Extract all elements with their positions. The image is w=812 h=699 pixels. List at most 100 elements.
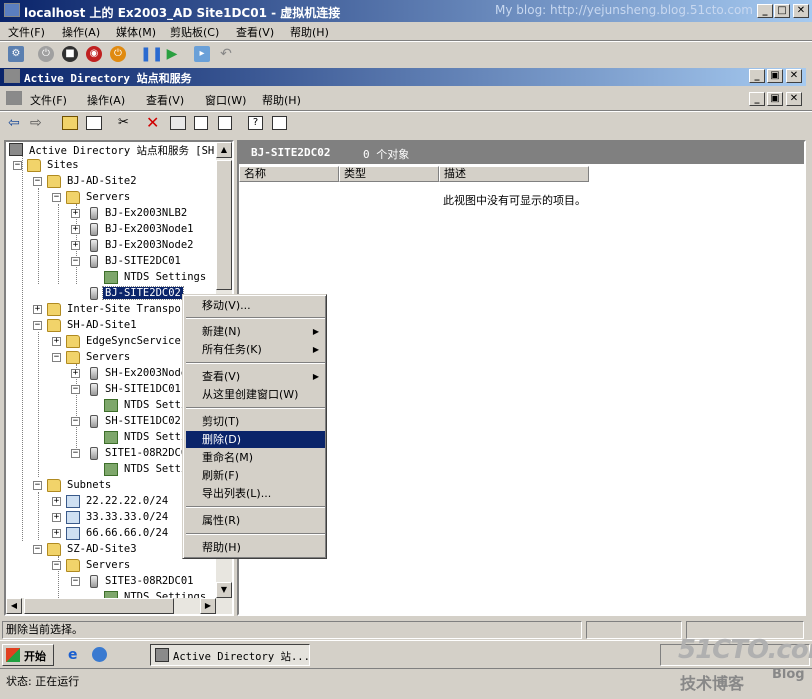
doc-restore-icon[interactable]: ▣ [767, 92, 783, 106]
back-icon[interactable]: ⇦ [8, 115, 20, 131]
shutdown-icon[interactable]: ◉ [86, 46, 102, 62]
expand-icon[interactable]: + [52, 497, 61, 506]
collapse-icon[interactable]: − [71, 417, 80, 426]
expand-icon[interactable]: + [71, 225, 80, 234]
task-label: Active Directory 站... [173, 651, 310, 663]
delete-icon[interactable]: ✕ [146, 113, 159, 132]
menu-item-refresh[interactable]: 刷新(F) [186, 467, 325, 484]
collapse-icon[interactable]: − [52, 353, 61, 362]
action-pane-icon[interactable] [272, 116, 287, 130]
menu-item-properties[interactable]: 属性(R) [186, 512, 325, 529]
menu-separator [186, 506, 325, 508]
up-folder-icon[interactable] [62, 116, 78, 130]
vm-menu-clipboard[interactable]: 剪贴板(C) [170, 24, 219, 40]
tree-line [22, 156, 23, 541]
mmc-menu-window[interactable]: 窗口(W) [205, 92, 246, 108]
reset-icon[interactable]: ▶ [164, 46, 180, 62]
ctrl-alt-del-icon[interactable]: ⚙ [8, 46, 24, 62]
properties-icon[interactable] [170, 116, 186, 130]
expand-icon[interactable]: + [71, 209, 80, 218]
turn-off-icon[interactable]: ■ [62, 46, 78, 62]
ie-icon[interactable]: e [68, 647, 78, 663]
pause-icon[interactable]: ❚❚ [140, 46, 163, 62]
collapse-icon[interactable]: − [71, 385, 80, 394]
menu-item-cut[interactable]: 剪切(T) [186, 413, 325, 430]
mmc-close-icon[interactable]: ✕ [786, 69, 802, 83]
vm-menu-file[interactable]: 文件(F) [8, 24, 45, 40]
expand-icon[interactable]: + [71, 241, 80, 250]
subnet-icon [66, 527, 80, 540]
scroll-left-icon[interactable]: ◀ [6, 598, 22, 614]
taskbar-task-ad-sites[interactable]: Active Directory 站... [150, 644, 310, 666]
minimize-icon[interactable]: _ [757, 4, 773, 18]
scroll-thumb[interactable] [216, 160, 232, 290]
menu-item-rename[interactable]: 重命名(M) [186, 449, 325, 466]
column-header-type[interactable]: 类型 [339, 166, 439, 182]
collapse-icon[interactable]: − [33, 321, 42, 330]
collapse-icon[interactable]: − [13, 161, 22, 170]
expand-icon[interactable]: + [52, 337, 61, 346]
vm-menu-media[interactable]: 媒体(M) [116, 24, 156, 40]
cut-icon[interactable]: ✂ [118, 115, 129, 130]
scroll-down-icon[interactable]: ▼ [216, 582, 232, 598]
vm-menu-view[interactable]: 查看(V) [236, 24, 274, 40]
menu-item-view[interactable]: 查看(V) ▶ [186, 368, 325, 385]
scroll-up-icon[interactable]: ▲ [216, 142, 232, 158]
start-icon[interactable]: ⏻ [38, 46, 54, 62]
collapse-icon[interactable]: − [52, 561, 61, 570]
expand-icon[interactable]: + [33, 305, 42, 314]
menu-item-all-tasks[interactable]: 所有任务(K) ▶ [186, 341, 325, 358]
collapse-icon[interactable]: − [33, 481, 42, 490]
collapse-icon[interactable]: − [71, 449, 80, 458]
help-icon[interactable]: ? [248, 116, 263, 130]
collapse-icon[interactable]: − [71, 257, 80, 266]
scroll-right-icon[interactable]: ▶ [200, 598, 216, 614]
doc-minimize-icon[interactable]: _ [749, 92, 765, 106]
server-icon [90, 383, 98, 396]
mmc-restore-icon[interactable]: ▣ [767, 69, 783, 83]
collapse-icon[interactable]: − [33, 545, 42, 554]
mmc-menu-help[interactable]: 帮助(H) [262, 92, 301, 108]
close-icon[interactable]: ✕ [793, 4, 809, 18]
blog-logo: Blog [772, 667, 805, 682]
menu-item-new[interactable]: 新建(N) ▶ [186, 323, 325, 340]
mmc-title-bar: Active Directory 站点和服务 _ ▣ ✕ [0, 68, 806, 86]
maximize-icon[interactable]: □ [774, 4, 790, 18]
collapse-icon[interactable]: − [33, 177, 42, 186]
mmc-menu-file[interactable]: 文件(F) [30, 92, 67, 108]
refresh-icon[interactable] [194, 116, 208, 130]
forward-icon[interactable]: ⇨ [30, 115, 42, 131]
vm-menu-action[interactable]: 操作(A) [62, 24, 100, 40]
expand-icon[interactable]: + [52, 529, 61, 538]
start-button[interactable]: 开始 [2, 644, 54, 666]
ad-sites-icon [9, 143, 23, 156]
mmc-menu-action[interactable]: 操作(A) [87, 92, 125, 108]
explorer-icon[interactable] [92, 647, 107, 662]
expand-icon[interactable]: + [52, 513, 61, 522]
menu-item-move[interactable]: 移动(V)... [186, 297, 325, 314]
menu-item-export-list[interactable]: 导出列表(L)... [186, 485, 325, 502]
mmc-menu-view[interactable]: 查看(V) [146, 92, 184, 108]
menu-item-help[interactable]: 帮助(H) [186, 539, 325, 556]
show-tree-icon[interactable] [86, 116, 102, 130]
column-header-description[interactable]: 描述 [439, 166, 589, 182]
revert-icon[interactable]: ↶ [218, 46, 234, 62]
column-header-name[interactable]: 名称 [239, 166, 339, 182]
scroll-thumb[interactable] [24, 598, 174, 614]
export-icon[interactable] [218, 116, 232, 130]
tree-horizontal-scrollbar[interactable]: ◀ ▶ [6, 598, 232, 614]
expand-icon[interactable]: + [71, 369, 80, 378]
menu-item-all-tasks-label: 所有任务(K) [202, 343, 262, 356]
snapshot-icon[interactable]: ▸ [194, 46, 210, 62]
collapse-icon[interactable]: − [52, 193, 61, 202]
collapse-icon[interactable]: − [71, 577, 80, 586]
menu-item-new-window[interactable]: 从这里创建窗口(W) [186, 386, 325, 403]
vm-menu-help[interactable]: 帮助(H) [290, 24, 329, 40]
doc-close-icon[interactable]: ✕ [786, 92, 802, 106]
menu-item-delete[interactable]: 删除(D) [186, 431, 325, 448]
save-icon[interactable]: ⏻ [110, 46, 126, 62]
status-text: 删除当前选择。 [2, 621, 582, 639]
mmc-minimize-icon[interactable]: _ [749, 69, 765, 83]
console-icon[interactable] [6, 91, 22, 105]
folder-icon [66, 191, 80, 204]
